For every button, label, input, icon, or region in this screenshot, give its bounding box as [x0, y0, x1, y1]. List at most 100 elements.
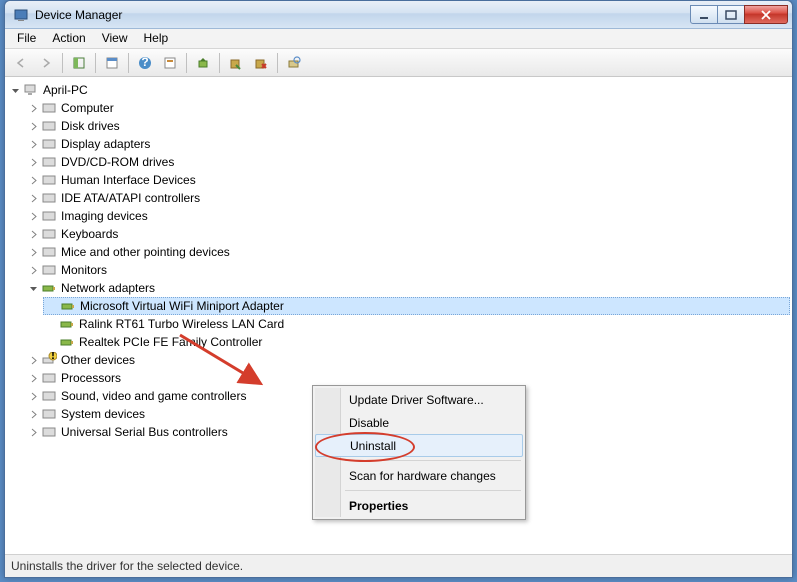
device-icon: [41, 424, 57, 440]
expand-icon[interactable]: [27, 102, 39, 114]
device-category-2[interactable]: Display adapters: [25, 135, 790, 153]
device-icon: [41, 262, 57, 278]
menu-action[interactable]: Action: [44, 29, 93, 48]
node-label: IDE ATA/ATAPI controllers: [61, 191, 200, 205]
back-button[interactable]: [9, 51, 33, 75]
expand-icon[interactable]: [27, 390, 39, 402]
titlebar[interactable]: Device Manager: [5, 1, 792, 29]
properties-button[interactable]: [100, 51, 124, 75]
ctx-uninstall[interactable]: Uninstall: [315, 434, 523, 457]
node-label: Network adapters: [61, 281, 155, 295]
menu-help[interactable]: Help: [136, 29, 177, 48]
context-menu: Update Driver Software... Disable Uninst…: [312, 385, 526, 520]
device-icon: [41, 244, 57, 260]
menu-file[interactable]: File: [9, 29, 44, 48]
device-category-5[interactable]: IDE ATA/ATAPI controllers: [25, 189, 790, 207]
help-button[interactable]: ?: [133, 51, 157, 75]
network-adapter-1[interactable]: Ralink RT61 Turbo Wireless LAN Card: [43, 315, 790, 333]
node-label: Imaging devices: [61, 209, 148, 223]
network-adapter-0[interactable]: Microsoft Virtual WiFi Miniport Adapter: [43, 297, 790, 315]
node-label: Universal Serial Bus controllers: [61, 425, 228, 439]
action-button[interactable]: [158, 51, 182, 75]
root-node[interactable]: April-PC: [7, 81, 790, 99]
expand-icon[interactable]: [9, 84, 21, 96]
node-label: DVD/CD-ROM drives: [61, 155, 174, 169]
expand-icon[interactable]: [27, 120, 39, 132]
network-adapter-2[interactable]: Realtek PCIe FE Family Controller: [43, 333, 790, 351]
device-icon: [23, 82, 39, 98]
device-category-r0[interactable]: ! Other devices: [25, 351, 790, 369]
expand-icon[interactable]: [27, 408, 39, 420]
expand-icon[interactable]: [27, 264, 39, 276]
device-category-8[interactable]: Mice and other pointing devices: [25, 243, 790, 261]
node-label: April-PC: [43, 83, 88, 97]
device-manager-window: Device Manager File Action View Help ? A…: [4, 0, 793, 578]
menubar: File Action View Help: [5, 29, 792, 49]
device-icon: [41, 406, 57, 422]
expand-icon[interactable]: [27, 210, 39, 222]
node-label: Realtek PCIe FE Family Controller: [79, 335, 262, 349]
node-label: System devices: [61, 407, 145, 421]
ctx-properties[interactable]: Properties: [315, 494, 523, 517]
status-text: Uninstalls the driver for the selected d…: [11, 559, 243, 573]
device-icon: [41, 280, 57, 296]
device-icon: [41, 100, 57, 116]
expand-icon[interactable]: [27, 228, 39, 240]
app-icon: [13, 7, 29, 23]
expand-icon[interactable]: [27, 354, 39, 366]
network-adapters[interactable]: Network adapters: [25, 279, 790, 297]
maximize-button[interactable]: [717, 5, 745, 24]
close-button[interactable]: [744, 5, 788, 24]
device-category-6[interactable]: Imaging devices: [25, 207, 790, 225]
node-label: Other devices: [61, 353, 135, 367]
device-icon: [41, 388, 57, 404]
device-icon: [41, 226, 57, 242]
expand-icon[interactable]: [27, 156, 39, 168]
expand-icon[interactable]: [27, 192, 39, 204]
expand-icon[interactable]: [27, 246, 39, 258]
forward-button[interactable]: [34, 51, 58, 75]
update-driver-button[interactable]: [191, 51, 215, 75]
device-icon: [41, 136, 57, 152]
device-category-1[interactable]: Disk drives: [25, 117, 790, 135]
uninstall-button[interactable]: [249, 51, 273, 75]
device-icon: [59, 334, 75, 350]
svg-text:?: ?: [141, 56, 148, 69]
device-category-4[interactable]: Human Interface Devices: [25, 171, 790, 189]
expand-icon[interactable]: [27, 426, 39, 438]
node-label: Disk drives: [61, 119, 120, 133]
ctx-scan[interactable]: Scan for hardware changes: [315, 464, 523, 487]
device-icon: [41, 208, 57, 224]
node-label: Sound, video and game controllers: [61, 389, 246, 403]
expand-icon[interactable]: [27, 372, 39, 384]
disable-button[interactable]: [224, 51, 248, 75]
device-category-3[interactable]: DVD/CD-ROM drives: [25, 153, 790, 171]
node-label: Human Interface Devices: [61, 173, 196, 187]
ctx-disable[interactable]: Disable: [315, 411, 523, 434]
node-label: Monitors: [61, 263, 107, 277]
toolbar: ?: [5, 49, 792, 77]
scan-hardware-button[interactable]: [282, 51, 306, 75]
minimize-button[interactable]: [690, 5, 718, 24]
node-label: Ralink RT61 Turbo Wireless LAN Card: [79, 317, 284, 331]
statusbar: Uninstalls the driver for the selected d…: [5, 555, 792, 577]
device-icon: [41, 118, 57, 134]
ctx-update-driver[interactable]: Update Driver Software...: [315, 388, 523, 411]
node-label: Display adapters: [61, 137, 150, 151]
device-category-9[interactable]: Monitors: [25, 261, 790, 279]
device-category-7[interactable]: Keyboards: [25, 225, 790, 243]
menu-view[interactable]: View: [94, 29, 136, 48]
device-icon: [60, 298, 76, 314]
device-category-0[interactable]: Computer: [25, 99, 790, 117]
expand-icon[interactable]: [27, 282, 39, 294]
node-label: Processors: [61, 371, 121, 385]
device-icon: !: [41, 352, 57, 368]
svg-text:!: !: [51, 352, 55, 362]
node-label: Keyboards: [61, 227, 118, 241]
tree-pane[interactable]: April-PC Computer Disk drives Display adapt…: [5, 77, 792, 555]
show-hide-button[interactable]: [67, 51, 91, 75]
node-label: Mice and other pointing devices: [61, 245, 230, 259]
expand-icon[interactable]: [27, 138, 39, 150]
expand-icon[interactable]: [27, 174, 39, 186]
device-icon: [41, 172, 57, 188]
